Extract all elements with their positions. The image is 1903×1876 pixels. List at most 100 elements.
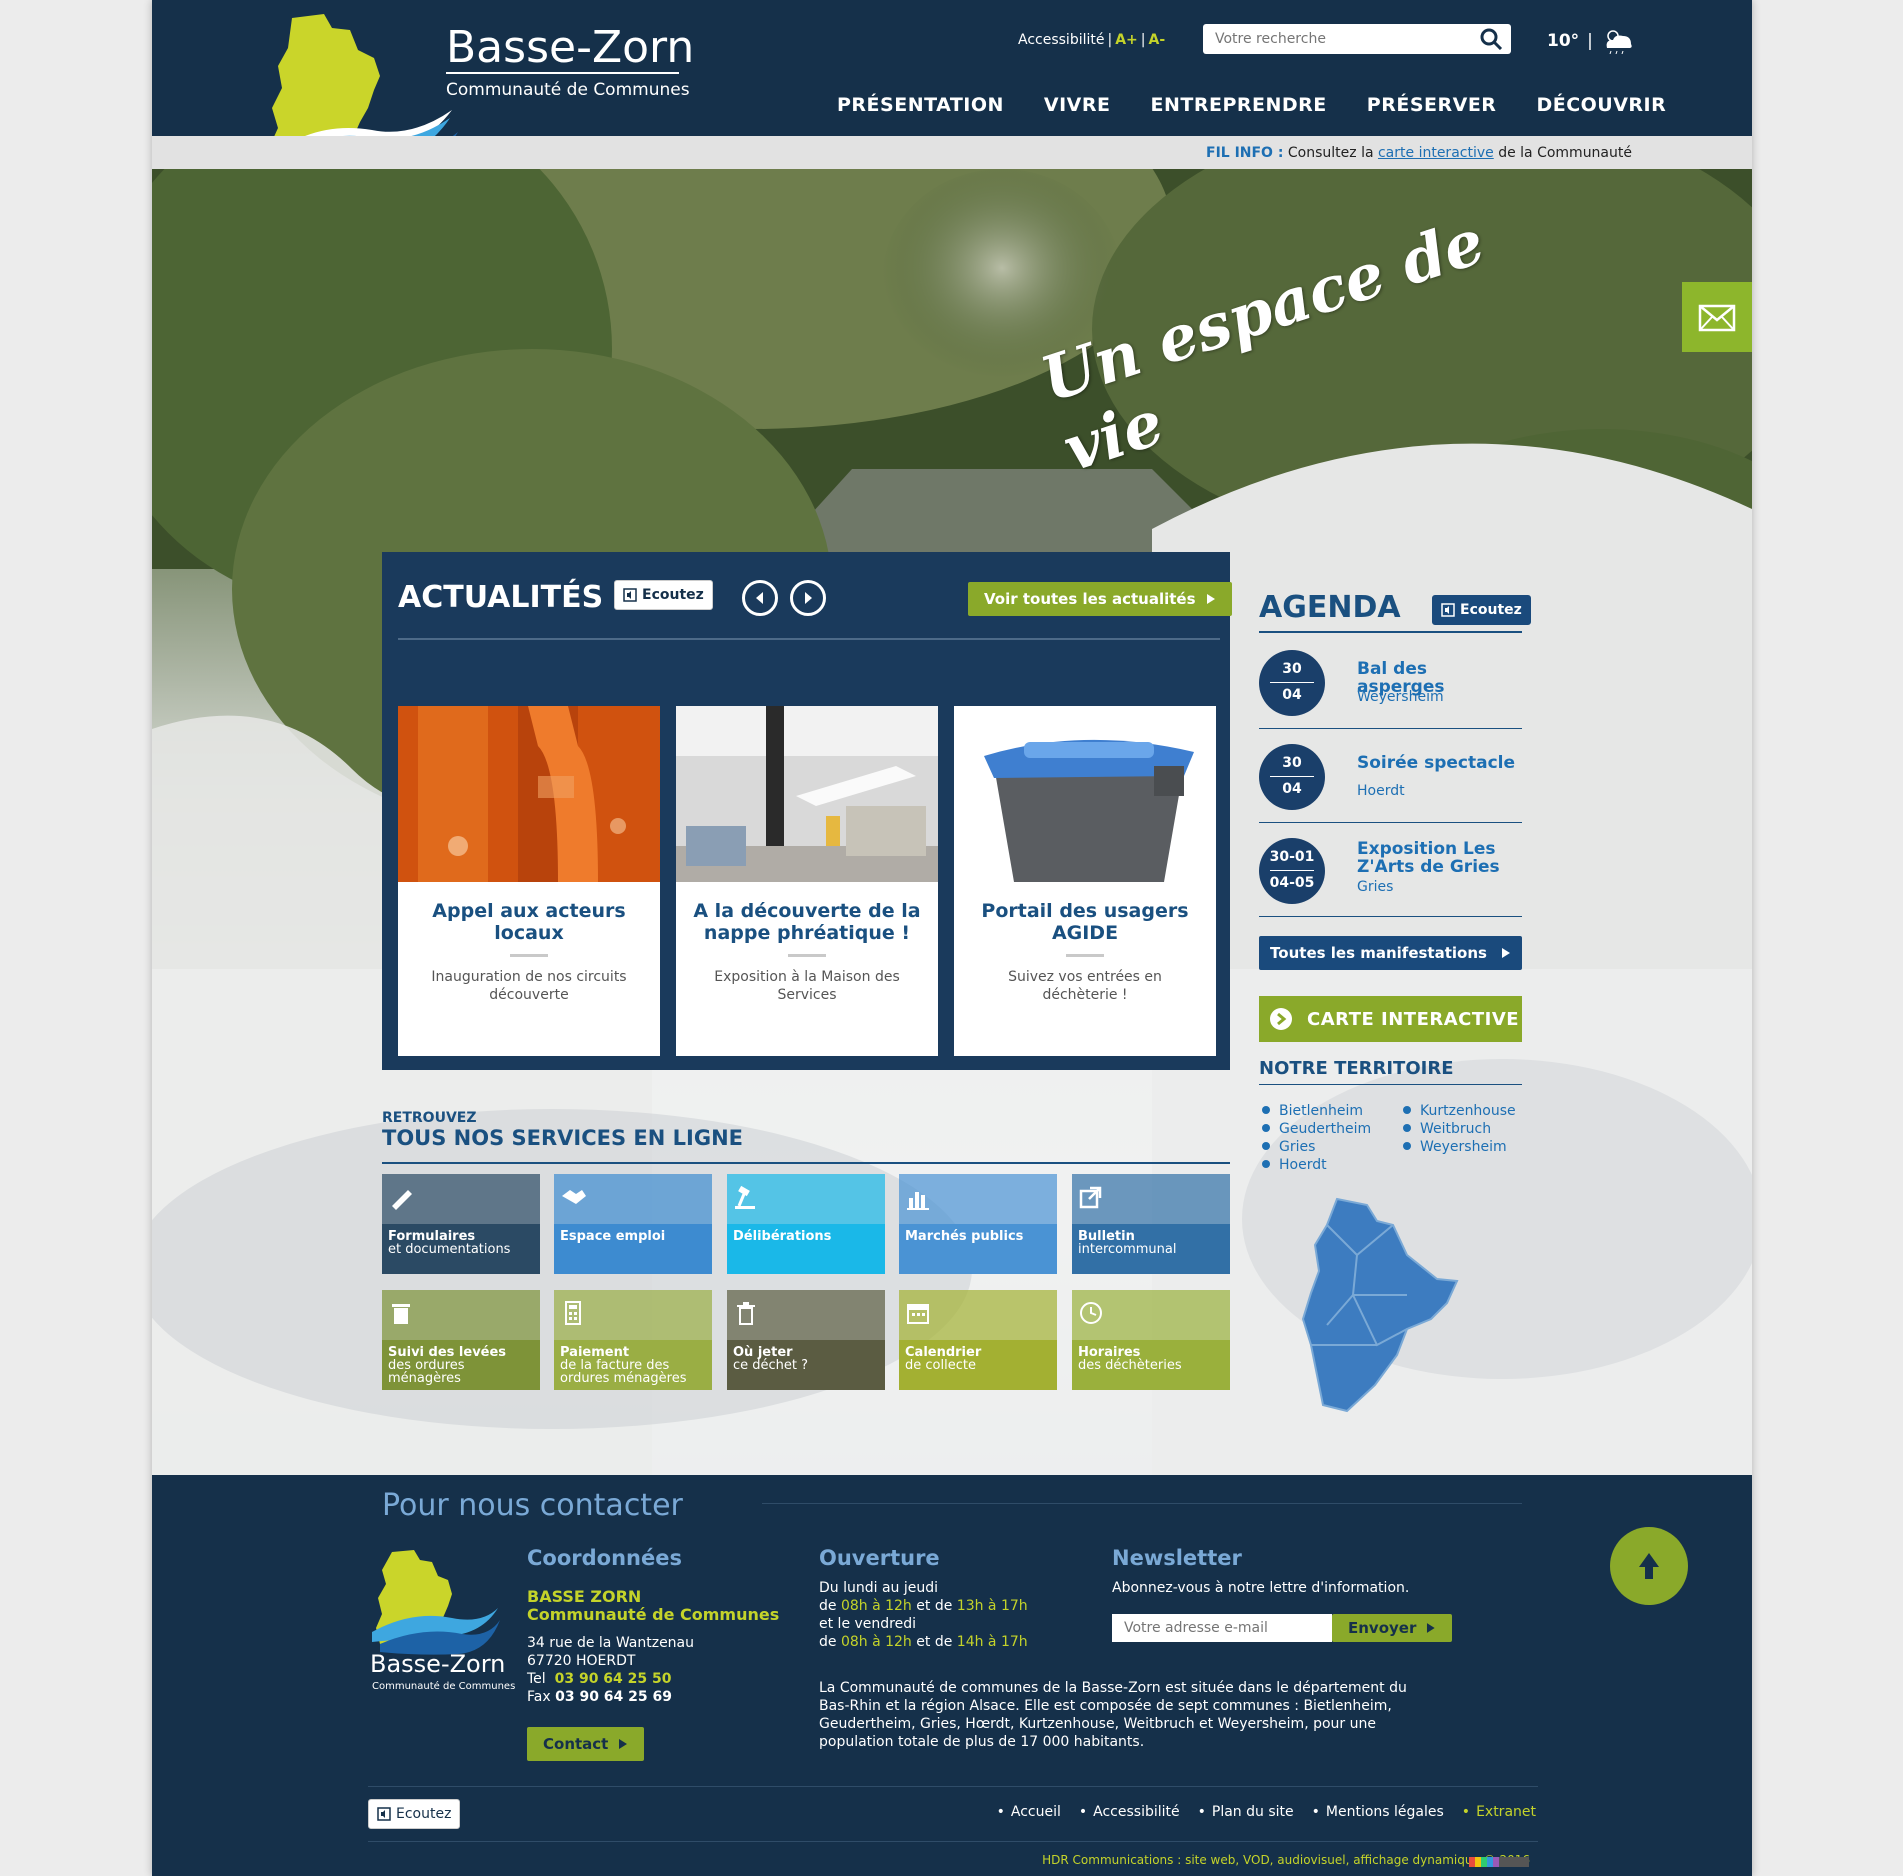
territory-map-icon[interactable]: [1297, 1195, 1477, 1415]
nav-presentation[interactable]: PRÉSENTATION: [817, 94, 1024, 116]
service-tile-sub: intercommunal: [1078, 1242, 1177, 1257]
services-divider: [382, 1162, 1230, 1164]
nav-vivre[interactable]: VIVRE: [1024, 94, 1131, 116]
services-pretitle: RETROUVEZ: [382, 1110, 477, 1126]
hours-line: de 08h à 12h et de 14h à 17h: [819, 1633, 1028, 1651]
info-text-before: Consultez la: [1287, 145, 1374, 161]
footer-credit[interactable]: HDR Communications : site web, VOD, audi…: [1042, 1853, 1530, 1867]
newsletter-submit-button[interactable]: Envoyer: [1332, 1614, 1452, 1642]
news-listen-button[interactable]: Ecoutez: [614, 580, 713, 610]
service-tile[interactable]: Formulaires et documentations: [382, 1174, 540, 1274]
main-nav: PRÉSENTATION VIVRE ENTREPRENDRE PRÉSERVE…: [817, 94, 1686, 116]
calculator-icon: [565, 1301, 581, 1325]
back-to-top-button[interactable]: [1610, 1527, 1688, 1605]
event-date-divider: [1270, 776, 1314, 777]
handshake-icon: [562, 1190, 586, 1204]
footer-link-extranet[interactable]: Extranet: [1462, 1804, 1536, 1820]
agenda-all-label: Toutes les manifestations: [1270, 944, 1487, 962]
info-map-link[interactable]: carte interactive: [1378, 145, 1494, 161]
footer-links: Accueil Accessibilité Plan du site Menti…: [997, 1804, 1536, 1820]
news-prev-button[interactable]: [742, 580, 778, 616]
service-tile[interactable]: Espace emploi: [554, 1174, 712, 1274]
footer-phone-number[interactable]: 03 90 64 25 50: [555, 1671, 672, 1687]
service-tile[interactable]: Paiement de la facture des ordures ménagè…: [554, 1290, 712, 1390]
page: Basse-Zorn Communauté de Communes Access…: [152, 0, 1752, 1876]
service-tile-sub: des déchèteries: [1078, 1358, 1182, 1373]
news-pager: [742, 580, 826, 616]
event-title[interactable]: Soirée spectacle: [1357, 754, 1517, 772]
hours-word: et de: [916, 1598, 953, 1614]
service-tile[interactable]: Marchés publics: [899, 1174, 1057, 1274]
service-tile-label: Espace emploi: [560, 1230, 710, 1243]
agenda-all-button[interactable]: Toutes les manifestations: [1259, 936, 1522, 970]
footer-divider-bottom: [368, 1841, 1538, 1842]
territory-link[interactable]: Weitbruch: [1403, 1120, 1516, 1138]
news-all-button[interactable]: Voir toutes les actualités: [968, 582, 1232, 616]
territory-list-left: Bietlenheim Geudertheim Gries Hoerdt: [1262, 1102, 1371, 1174]
territory-link[interactable]: Gries: [1262, 1138, 1371, 1156]
nav-decouvrir[interactable]: DÉCOUVRIR: [1516, 94, 1686, 116]
footer-link-sitemap[interactable]: Plan du site: [1198, 1804, 1294, 1820]
service-tile-sub: des ordures ménagères: [388, 1358, 465, 1386]
footer-org-name: BASSE ZORN: [527, 1587, 642, 1606]
news-next-button[interactable]: [790, 580, 826, 616]
mail-tab-button[interactable]: [1682, 282, 1752, 352]
service-tile[interactable]: Suivi des levées des ordures ménagères: [382, 1290, 540, 1390]
news-divider: [398, 638, 1220, 640]
search-input[interactable]: [1203, 24, 1473, 54]
service-tile[interactable]: Calendrier de collecte: [899, 1290, 1057, 1390]
service-tile[interactable]: Délibérations: [727, 1174, 885, 1274]
territory-link[interactable]: Geudertheim: [1262, 1120, 1371, 1138]
newsletter-email-input[interactable]: [1112, 1614, 1332, 1642]
footer-link-legal[interactable]: Mentions légales: [1312, 1804, 1444, 1820]
service-tile-label: Bulletin intercommunal: [1078, 1230, 1228, 1256]
footer-phone: Tel 03 90 64 25 50: [527, 1670, 694, 1688]
service-tile[interactable]: Horaires des déchèteries: [1072, 1290, 1230, 1390]
logo-subtitle: Communauté de Communes: [446, 80, 690, 100]
territory-link[interactable]: Weyersheim: [1403, 1138, 1516, 1156]
news-card[interactable]: Portail des usagers AGIDE Suivez vos ent…: [954, 706, 1216, 1056]
accessibility-link[interactable]: Accessibilité: [1018, 32, 1104, 48]
nav-preserver[interactable]: PRÉSERVER: [1347, 94, 1517, 116]
wheelie-bin-image: [954, 706, 1216, 882]
agenda-title: AGENDA: [1259, 590, 1401, 625]
footer-logo-map-icon: [372, 1550, 500, 1655]
footer-logo-subtitle: Communauté de Communes: [372, 1681, 516, 1692]
territory-link[interactable]: Hoerdt: [1262, 1156, 1371, 1174]
font-increase-button[interactable]: A+: [1115, 32, 1138, 48]
footer-contact-label: Contact: [543, 1735, 609, 1753]
footer-listen-label: Ecoutez: [396, 1806, 452, 1822]
service-tile-sub: ce déchet ?: [733, 1358, 809, 1373]
news-title: ACTUALITÉS: [398, 580, 604, 615]
gavel-icon: [735, 1185, 755, 1209]
footer-listen-button[interactable]: Ecoutez: [368, 1799, 461, 1829]
service-tile[interactable]: Bulletin intercommunal: [1072, 1174, 1230, 1274]
agenda-listen-button[interactable]: Ecoutez: [1432, 595, 1531, 625]
service-tile-label: Paiement de la facture des ordures ménagè…: [560, 1346, 710, 1385]
nav-entreprendre[interactable]: ENTREPRENDRE: [1131, 94, 1347, 116]
play-arrow-icon: [619, 1739, 628, 1749]
news-card[interactable]: A la découverte de la nappe phréatique !…: [676, 706, 938, 1056]
font-decrease-button[interactable]: A-: [1149, 32, 1166, 48]
service-tile[interactable]: Où jeter ce déchet ?: [727, 1290, 885, 1390]
search-icon[interactable]: [1479, 28, 1503, 50]
event-date: 30 04: [1259, 744, 1325, 810]
hours-word: et de: [916, 1634, 953, 1650]
footer-link-home[interactable]: Accueil: [997, 1804, 1061, 1820]
footer-contact-button[interactable]: Contact: [527, 1727, 645, 1761]
footer-link-accessibility[interactable]: Accessibilité: [1079, 1804, 1179, 1820]
territory-link[interactable]: Kurtzenhouse: [1403, 1102, 1516, 1120]
interactive-map-button[interactable]: CARTE INTERACTIVE: [1259, 996, 1522, 1042]
event-title[interactable]: Exposition Les Z'Arts de Gries: [1357, 840, 1517, 876]
news-card-image: [398, 706, 660, 882]
event-divider: [1259, 728, 1522, 729]
territory-link[interactable]: Bietlenheim: [1262, 1102, 1371, 1120]
footer-org: BASSE ZORN Communauté de Communes: [527, 1588, 779, 1624]
news-card-divider: [510, 954, 548, 957]
event-place: Weyersheim: [1357, 689, 1444, 705]
news-card[interactable]: Appel aux acteurs locaux Inauguration de…: [398, 706, 660, 1056]
news-card-desc: Inauguration de nos circuits découverte: [431, 969, 627, 1003]
footer-address-street: 34 rue de la Wantzenau: [527, 1635, 695, 1651]
service-tile-label: Horaires des déchèteries: [1078, 1346, 1228, 1372]
agenda-listen-label: Ecoutez: [1460, 602, 1522, 618]
